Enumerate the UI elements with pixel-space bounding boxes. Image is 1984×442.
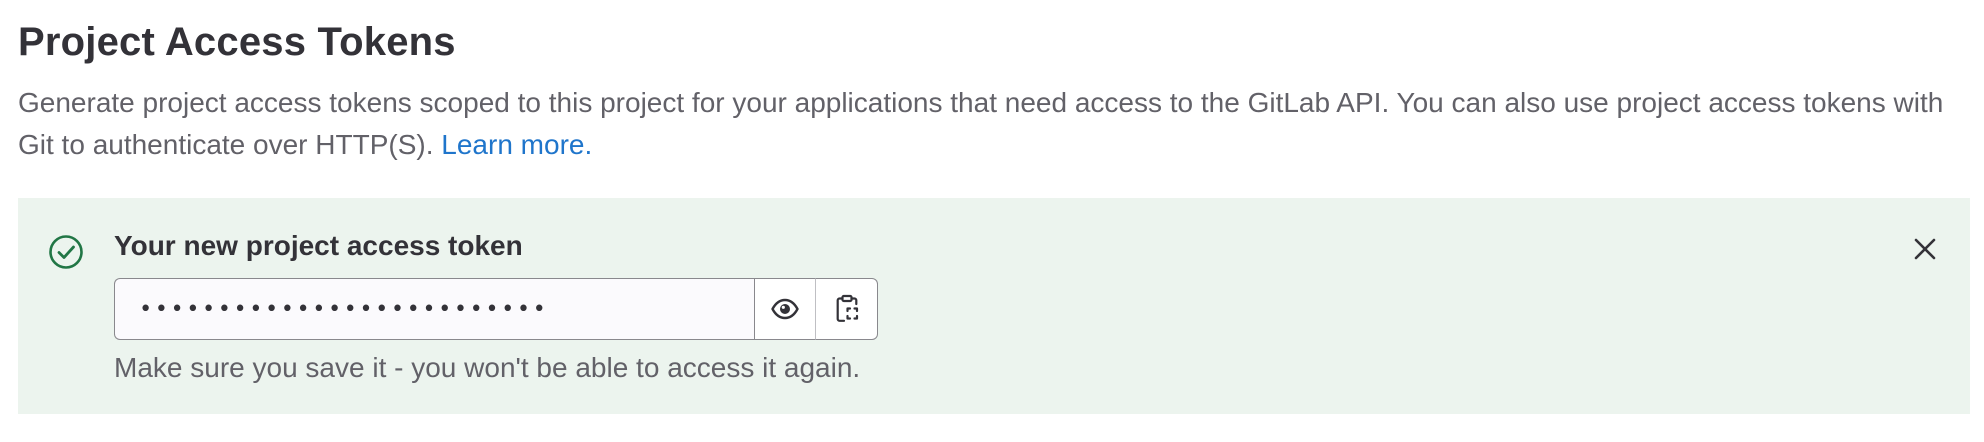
check-circle-icon-svg xyxy=(49,235,83,269)
token-helper-text: Make sure you save it - you won't be abl… xyxy=(114,352,861,383)
dismiss-alert-button[interactable] xyxy=(1906,230,1944,268)
reveal-token-button[interactable] xyxy=(754,278,816,340)
alert-title: Your new project access token xyxy=(114,230,523,261)
check-circle-icon xyxy=(48,234,84,270)
project-access-tokens-page: Project Access Tokens Generate project a… xyxy=(0,0,1984,442)
token-input-group xyxy=(114,278,878,340)
copy-token-button[interactable] xyxy=(816,278,878,340)
learn-more-link[interactable]: Learn more. xyxy=(441,129,592,160)
token-field[interactable] xyxy=(114,278,754,340)
description-text: Generate project access tokens scoped to… xyxy=(18,87,1944,160)
page-title: Project Access Tokens xyxy=(18,20,456,64)
eye-icon xyxy=(771,298,799,320)
page-description: Generate project access tokens scoped to… xyxy=(18,82,1958,166)
copy-to-clipboard-icon xyxy=(836,294,858,322)
close-icon xyxy=(1914,238,1936,260)
new-token-success-alert: Your new project access token ••••••••••… xyxy=(18,198,1970,414)
